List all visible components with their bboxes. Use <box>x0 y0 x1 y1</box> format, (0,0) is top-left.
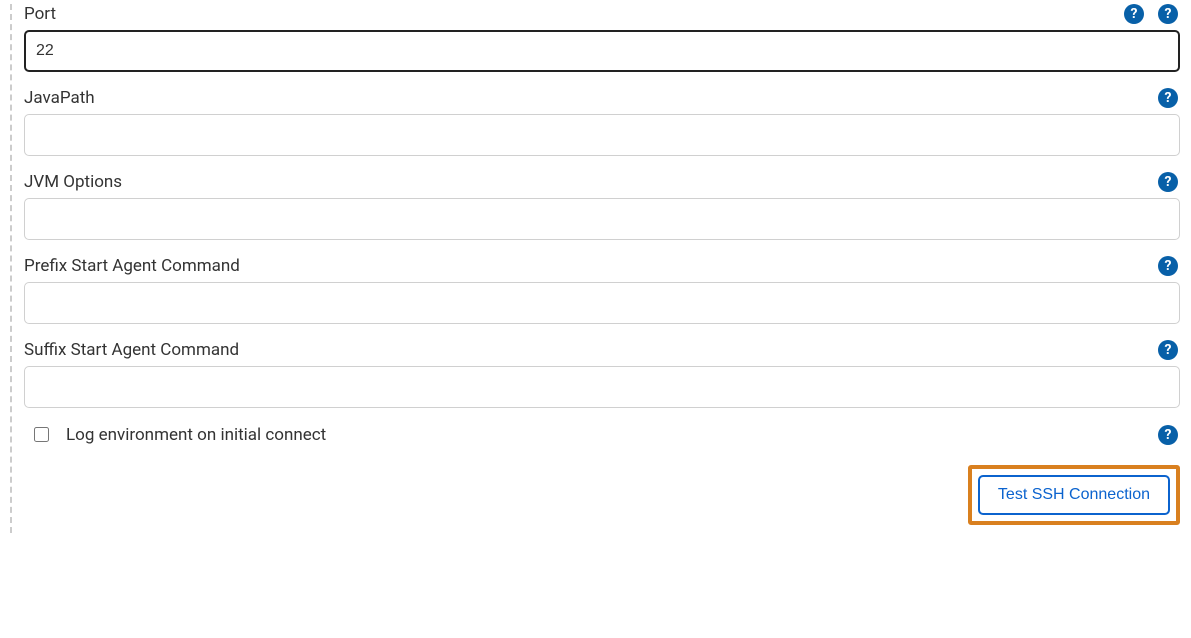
help-icon[interactable]: ? <box>1158 88 1178 108</box>
test-ssh-button[interactable]: Test SSH Connection <box>978 475 1170 515</box>
jvmoptions-input[interactable] <box>24 198 1180 240</box>
prefix-field: Prefix Start Agent Command ? <box>24 256 1180 324</box>
port-input[interactable] <box>24 30 1180 72</box>
port-header: Port ? ? <box>24 4 1180 24</box>
prefix-label: Prefix Start Agent Command <box>24 256 240 276</box>
test-ssh-highlight: Test SSH Connection <box>968 465 1180 525</box>
suffix-label: Suffix Start Agent Command <box>24 340 239 360</box>
port-field: Port ? ? <box>24 4 1180 72</box>
log-env-row: Log environment on initial connect ? <box>24 424 1180 445</box>
help-icon[interactable]: ? <box>1158 4 1178 24</box>
log-env-checkbox[interactable] <box>34 427 49 442</box>
suffix-field: Suffix Start Agent Command ? <box>24 340 1180 408</box>
form-container: Port ? ? JavaPath ? JVM Options ? <box>10 4 1188 533</box>
log-env-label-wrapper[interactable]: Log environment on initial connect <box>24 424 326 445</box>
help-icon[interactable]: ? <box>1158 172 1178 192</box>
help-icon[interactable]: ? <box>1158 425 1178 445</box>
jvmoptions-label: JVM Options <box>24 172 122 192</box>
help-icon[interactable]: ? <box>1158 340 1178 360</box>
javapath-header: JavaPath ? <box>24 88 1180 108</box>
jvmoptions-header: JVM Options ? <box>24 172 1180 192</box>
prefix-input[interactable] <box>24 282 1180 324</box>
suffix-header: Suffix Start Agent Command ? <box>24 340 1180 360</box>
javapath-label: JavaPath <box>24 88 95 108</box>
help-icon[interactable]: ? <box>1158 256 1178 276</box>
suffix-input[interactable] <box>24 366 1180 408</box>
javapath-input[interactable] <box>24 114 1180 156</box>
javapath-field: JavaPath ? <box>24 88 1180 156</box>
button-row: Test SSH Connection <box>24 465 1180 525</box>
log-env-label: Log environment on initial connect <box>66 425 326 445</box>
prefix-header: Prefix Start Agent Command ? <box>24 256 1180 276</box>
help-icon[interactable]: ? <box>1124 4 1144 24</box>
port-label: Port <box>24 4 56 24</box>
jvmoptions-field: JVM Options ? <box>24 172 1180 240</box>
